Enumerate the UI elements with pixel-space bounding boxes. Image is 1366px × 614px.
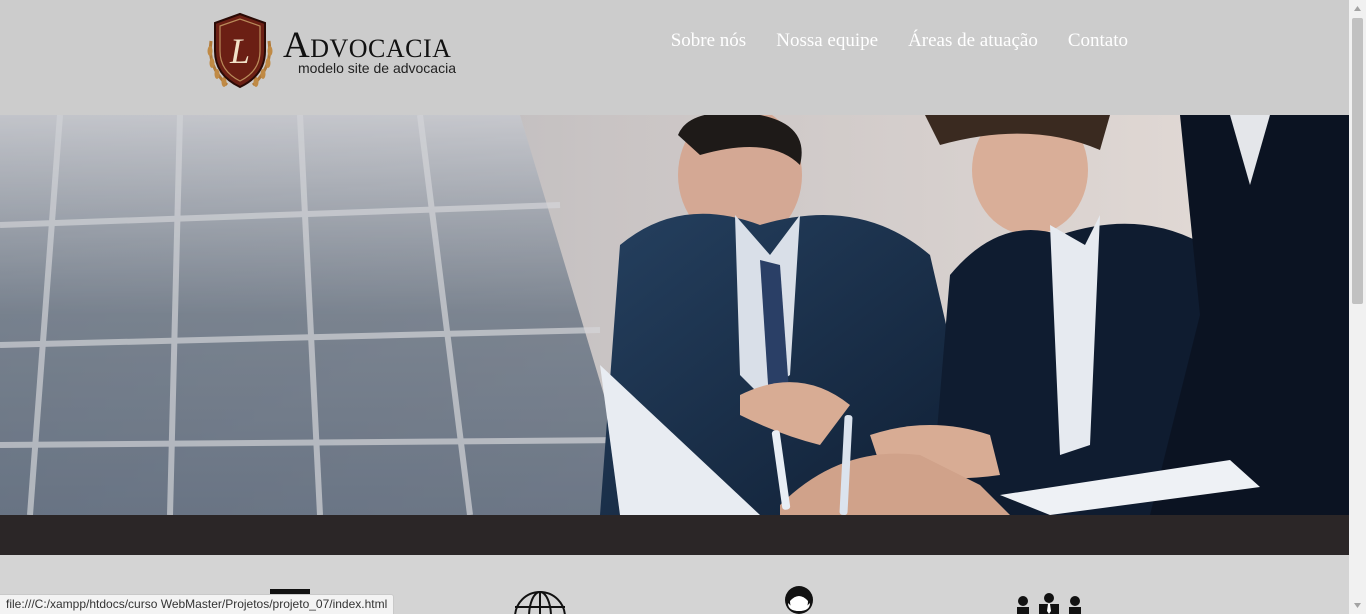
- team-icon: [1017, 593, 1081, 614]
- brand-title: Advocacia: [283, 25, 452, 66]
- hero-banner: [0, 115, 1349, 515]
- svg-text:L: L: [229, 31, 250, 71]
- shield-emblem-icon: L: [207, 12, 273, 89]
- nav-link-sobre[interactable]: Sobre nós: [671, 30, 746, 52]
- scrollbar-thumb[interactable]: [1352, 18, 1363, 304]
- site-logo[interactable]: L Advocacia modelo site de advocacia: [205, 11, 475, 91]
- link-status-bar: file:///C:/xampp/htdocs/curso WebMaster/…: [0, 594, 395, 614]
- scroll-down-arrow-icon[interactable]: [1349, 597, 1366, 614]
- main-nav: Sobre nós Nossa equipe Áreas de atuação …: [671, 30, 1128, 52]
- nav-link-contato[interactable]: Contato: [1068, 30, 1128, 52]
- brand-subtitle: modelo site de advocacia: [298, 60, 456, 76]
- page: L Advocacia modelo site de advocacia Sob…: [0, 0, 1349, 614]
- dark-divider-band: [0, 515, 1349, 555]
- hero-image: [0, 115, 1349, 515]
- nav-link-areas[interactable]: Áreas de atuação: [908, 30, 1038, 52]
- page-scrollbar[interactable]: [1349, 0, 1366, 614]
- nav-link-equipe[interactable]: Nossa equipe: [776, 30, 878, 52]
- user-head-icon: [785, 586, 813, 614]
- scroll-up-arrow-icon[interactable]: [1349, 0, 1366, 17]
- globe-icon: [514, 591, 566, 614]
- site-header: L Advocacia modelo site de advocacia Sob…: [0, 0, 1349, 115]
